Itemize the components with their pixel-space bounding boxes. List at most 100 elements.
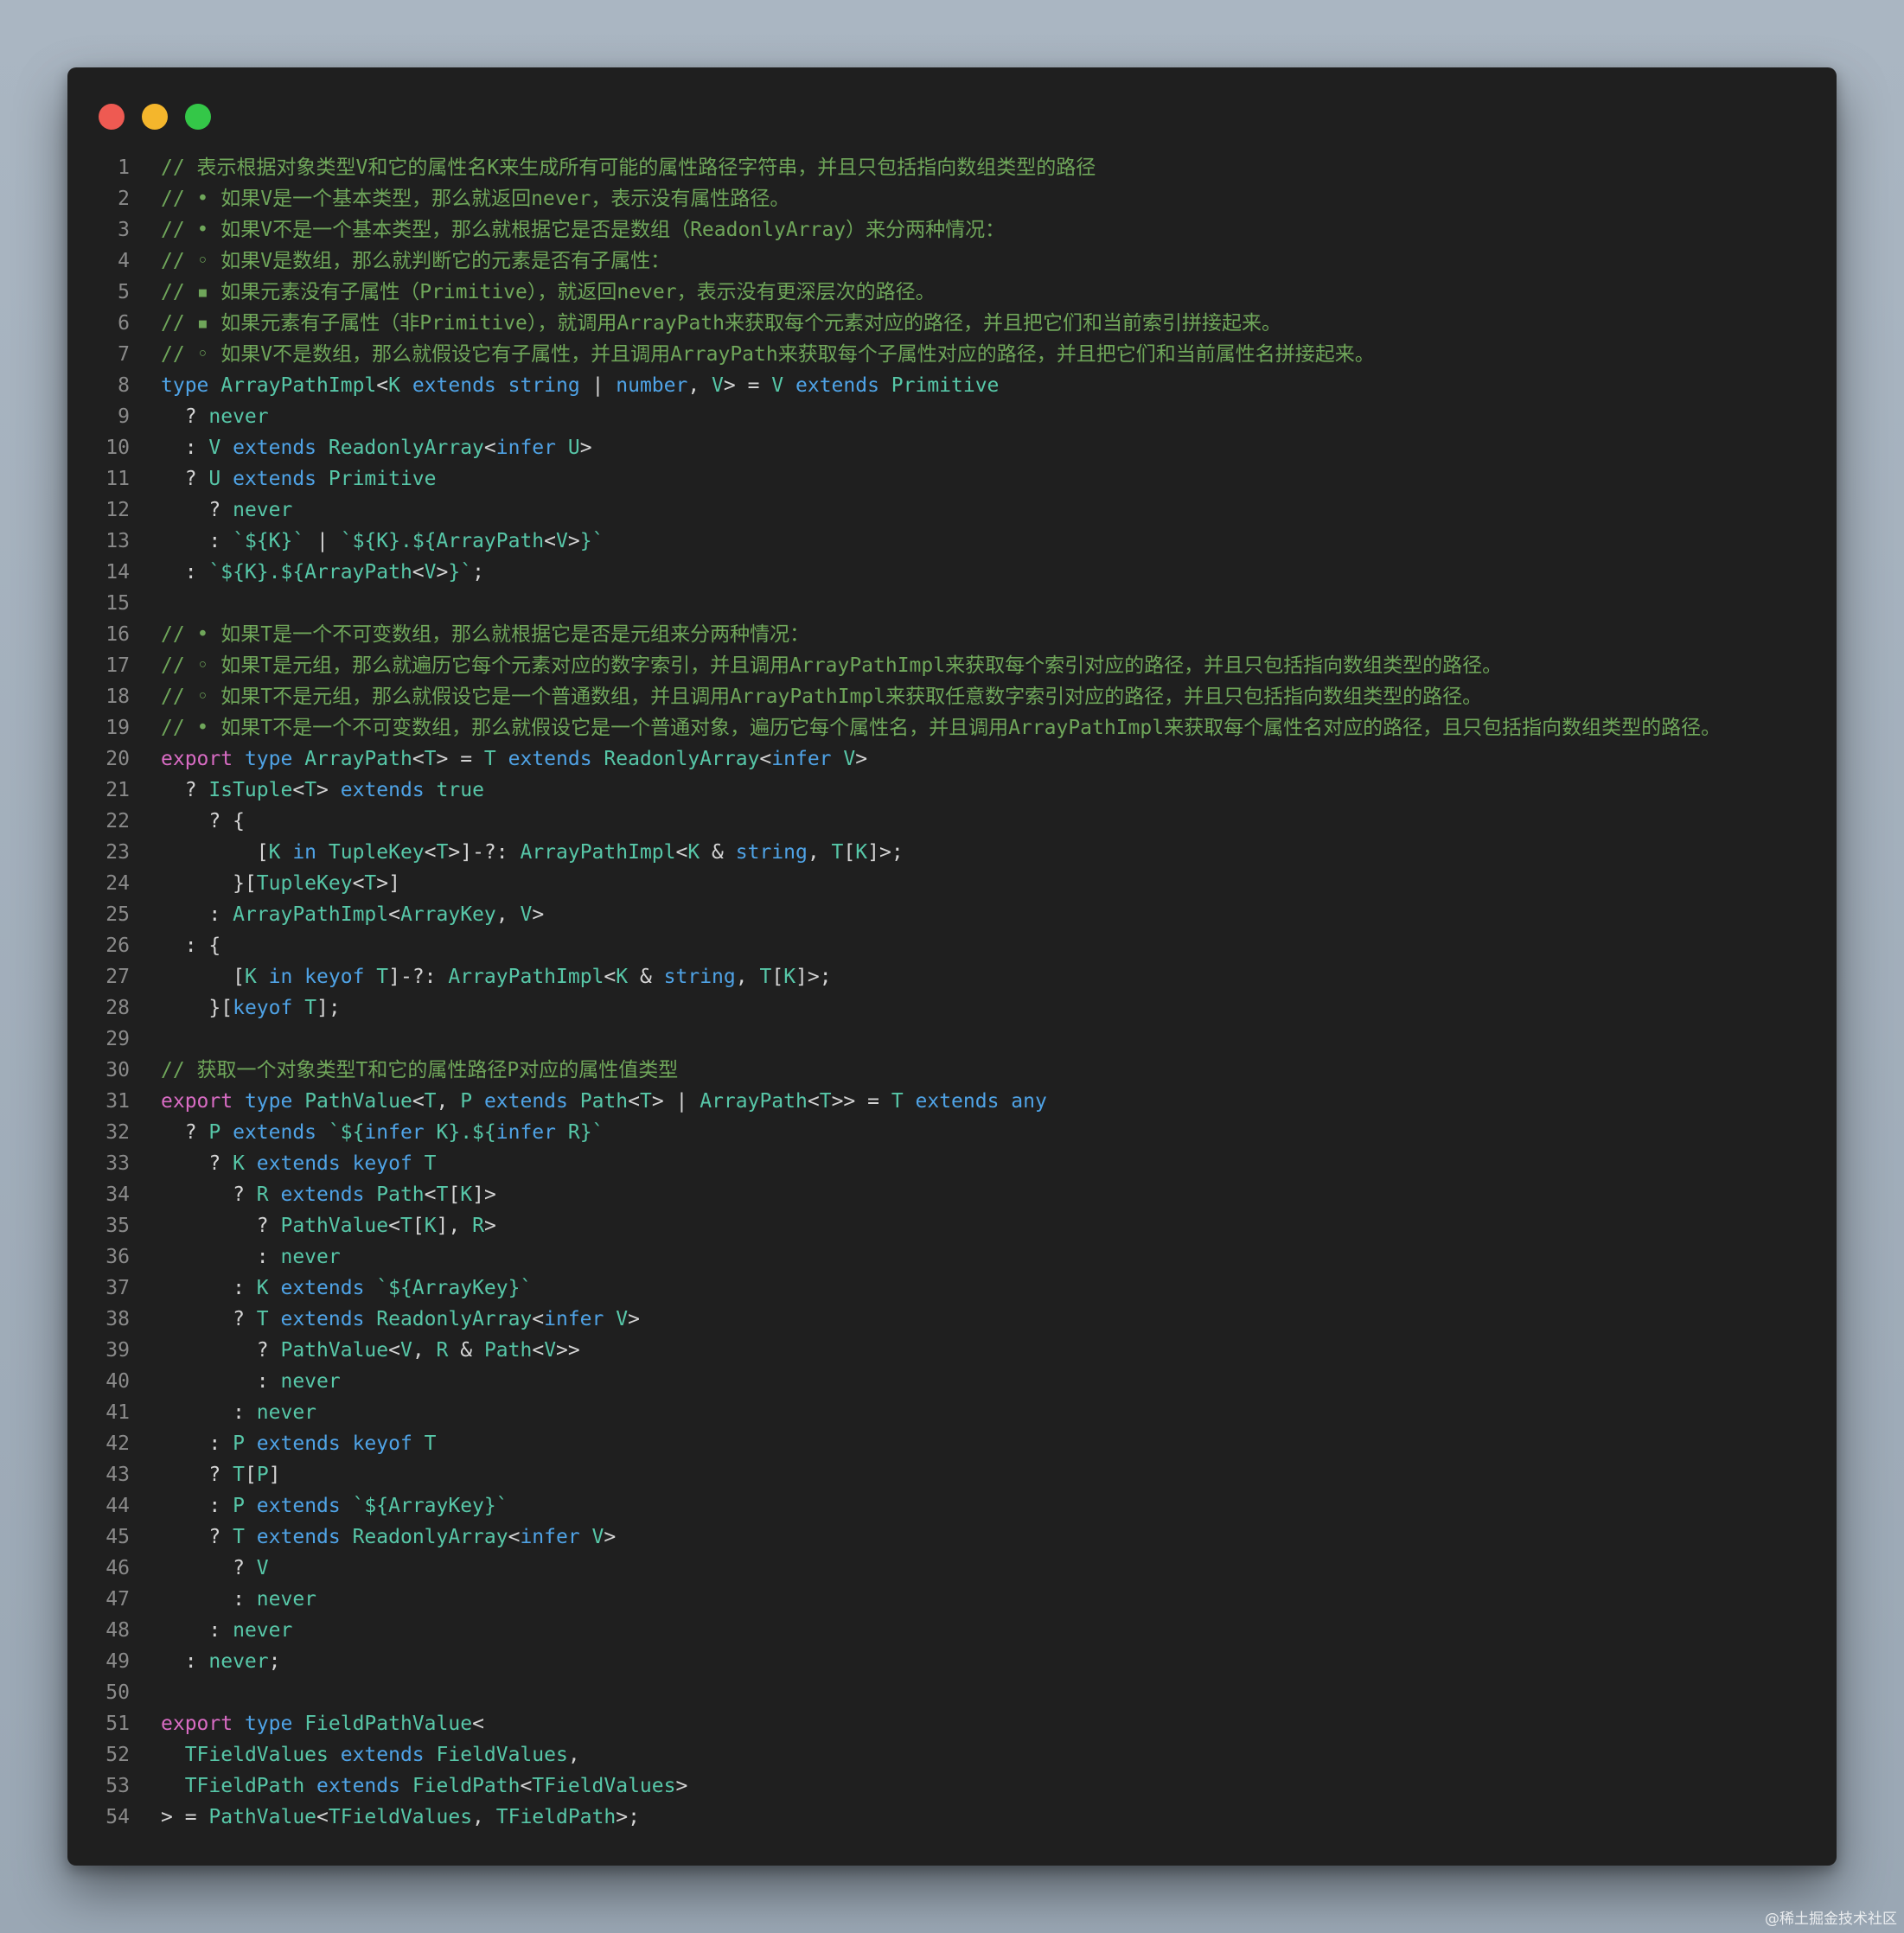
code-token: >> = [831, 1090, 891, 1113]
code-token: | [579, 374, 617, 397]
code-token: T [436, 1183, 449, 1206]
code-token: // • 如果V不是一个基本类型，那么就根据它是否是数组（ReadonlyArr… [161, 219, 1006, 241]
code-token: ArrayPath [700, 1090, 808, 1113]
code-token: PathValue [280, 1339, 389, 1362]
code-token: extends [220, 1121, 329, 1144]
line-content: ? never [130, 401, 269, 432]
code-token: T [233, 1464, 245, 1486]
code-token: type [244, 1090, 305, 1113]
line-content: export type ArrayPath<T> = T extends Rea… [130, 743, 867, 775]
line-content: TFieldPath extends FieldPath<TFieldValue… [130, 1770, 688, 1802]
code-token: > [532, 903, 545, 926]
code-token: V [399, 1339, 412, 1362]
maximize-button[interactable] [185, 104, 211, 130]
code-token: > [855, 748, 868, 770]
code-token: < [807, 1090, 820, 1113]
code-token: < [628, 1090, 640, 1113]
code-token: , [567, 1744, 580, 1766]
line-number: 17 [105, 654, 130, 677]
code-token: < [532, 1308, 545, 1330]
code-line: 30 // 获取一个对象类型T和它的属性路径P对应的属性值类型 [67, 1055, 1837, 1086]
code-token: extends keyof [244, 1432, 425, 1455]
code-token: : [161, 1401, 257, 1424]
code-token: T [424, 748, 437, 770]
code-token: ? [161, 779, 209, 801]
line-content: ? T extends ReadonlyArray<infer V> [130, 1304, 640, 1335]
code-token: < [675, 841, 688, 864]
line-content: // ▪ 如果元素没有子属性（Primitive），就返回never，表示没有更… [130, 277, 936, 308]
code-token: T [424, 1090, 437, 1113]
code-line: 51 export type FieldPathValue< [67, 1708, 1837, 1739]
line-content: ? R extends Path<T[K]> [130, 1179, 496, 1210]
code-token: Primitive [891, 374, 1000, 397]
code-token: < [508, 1526, 521, 1548]
code-token: never [280, 1370, 341, 1393]
code-line: 40 : never [67, 1366, 1837, 1397]
code-token: > [483, 1215, 496, 1237]
code-token: < [532, 1339, 545, 1362]
line-content [130, 588, 161, 619]
code-token: >] [376, 872, 400, 895]
code-token: ? [161, 1557, 257, 1579]
line-content: > = PathValue<TFieldValues, TFieldPath>; [130, 1802, 640, 1833]
code-token: export [161, 1713, 245, 1735]
code-line: 25 : ArrayPathImpl<ArrayKey, V> [67, 899, 1837, 930]
code-token: > = [161, 1806, 209, 1828]
line-content: : `${K}.${ArrayPath<V>}`; [130, 557, 484, 588]
code-line: 46 ? V [67, 1553, 1837, 1584]
code-token: V [544, 1339, 557, 1362]
watermark: @稀土掘金技术社区 [1765, 1911, 1897, 1928]
line-content: }[TupleKey<T>] [130, 868, 400, 899]
code-token: never [256, 1401, 317, 1424]
line-number: 47 [105, 1588, 130, 1611]
code-token: T [831, 841, 844, 864]
code-token: }` [579, 530, 604, 552]
line-number: 16 [105, 623, 130, 646]
code-token: < [352, 872, 365, 895]
line-number: 8 [118, 374, 130, 397]
code-line: 34 ? R extends Path<T[K]> [67, 1179, 1837, 1210]
line-number: 34 [105, 1183, 130, 1206]
code-token: IsTuple [208, 779, 293, 801]
code-token: : [161, 437, 209, 459]
close-button[interactable] [99, 104, 125, 130]
code-token: ; [268, 1650, 281, 1673]
code-token: infer [771, 748, 844, 770]
code-token: ], [436, 1215, 473, 1237]
code-token: & [448, 1339, 484, 1362]
code-line: 7 // ◦ 如果V不是数组，那么就假设它有子属性，并且调用ArrayPath来获… [67, 339, 1837, 370]
code-token: ArrayPathImpl [448, 966, 604, 988]
line-number: 2 [118, 188, 130, 210]
code-token: T [304, 997, 317, 1019]
line-content: // • 如果V不是一个基本类型，那么就根据它是否是数组（ReadonlyArr… [130, 214, 1005, 246]
code-token: Path [579, 1090, 629, 1113]
line-number: 25 [105, 903, 130, 926]
code-line: 10 : V extends ReadonlyArray<infer U> [67, 432, 1837, 463]
code-line: 23 [K in TupleKey<T>]-?: ArrayPathImpl<K… [67, 837, 1837, 868]
code-token: K}.${ [436, 1121, 496, 1144]
code-token: ? [161, 1464, 233, 1486]
code-token: // 获取一个对象类型T和它的属性路径P对应的属性值类型 [161, 1059, 679, 1081]
line-content [130, 1024, 161, 1055]
code-line: 4 // ◦ 如果V是数组，那么就判断它的元素是否有子属性： [67, 246, 1837, 277]
code-token: < [483, 437, 496, 459]
code-token: > [675, 1775, 688, 1797]
line-number: 23 [105, 841, 130, 864]
code-token: P [233, 1432, 245, 1455]
code-token: K [687, 841, 700, 864]
code-token: [ [843, 841, 856, 864]
code-token: in [280, 841, 329, 864]
code-line: 15 [67, 588, 1837, 619]
line-number: 22 [105, 810, 130, 833]
line-number: 40 [105, 1370, 130, 1393]
code-token: > [579, 437, 592, 459]
line-number: 7 [118, 343, 130, 366]
code-token: ] [268, 1464, 281, 1486]
code-token: , [495, 903, 521, 926]
minimize-button[interactable] [142, 104, 168, 130]
code-token: ReadonlyArray [328, 437, 484, 459]
line-number: 12 [105, 499, 130, 521]
code-token: `${ArrayKey}` [376, 1277, 533, 1299]
line-number: 18 [105, 686, 130, 708]
code-token: [ [412, 1215, 425, 1237]
